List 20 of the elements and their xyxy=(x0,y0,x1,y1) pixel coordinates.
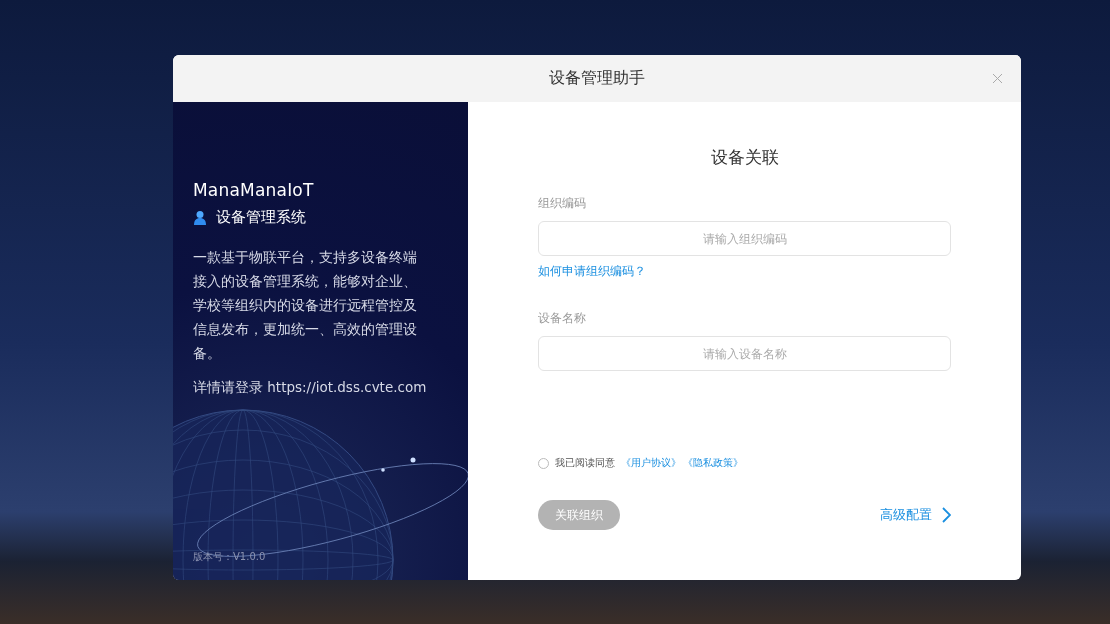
policy-link[interactable]: 《隐私政策》 xyxy=(683,456,743,470)
field-label: 组织编码 xyxy=(538,195,587,212)
help-link[interactable]: 如何申请组织编码？ xyxy=(538,263,646,280)
chevron-right-icon xyxy=(942,507,951,523)
field-label: 设备名称 xyxy=(538,310,587,327)
agreement-text: 我已阅读同意 xyxy=(555,456,615,470)
agreement-radio[interactable] xyxy=(538,457,549,469)
policy-link[interactable]: 《用户协议》 xyxy=(621,456,681,470)
login-hint: 详情请登录 https://iot.dss.cvte.com xyxy=(193,379,428,397)
input-field[interactable]: 请输入设备名称 xyxy=(538,336,951,371)
close-icon xyxy=(991,72,1003,84)
form-heading: 设备关联 xyxy=(709,146,780,169)
product-name: 设备管理系统 xyxy=(216,208,306,227)
brand-logo: ManaManaIoT xyxy=(193,180,315,200)
user-icon xyxy=(193,209,207,226)
description-text: 一款基于物联平台，支持多设备终端接入的设备管理系统，能够对企业、学校等组织内的设备进行远程管控及信息发布，更加统一、高效的管理设备。 xyxy=(193,248,418,363)
advanced-settings-button[interactable]: 高级配置 xyxy=(880,506,951,524)
input-field[interactable]: 请输入组织编码 xyxy=(538,221,951,256)
version-label: 版本号：V1.0.0 xyxy=(193,550,267,564)
window-title: 设备管理助手 xyxy=(549,68,645,89)
